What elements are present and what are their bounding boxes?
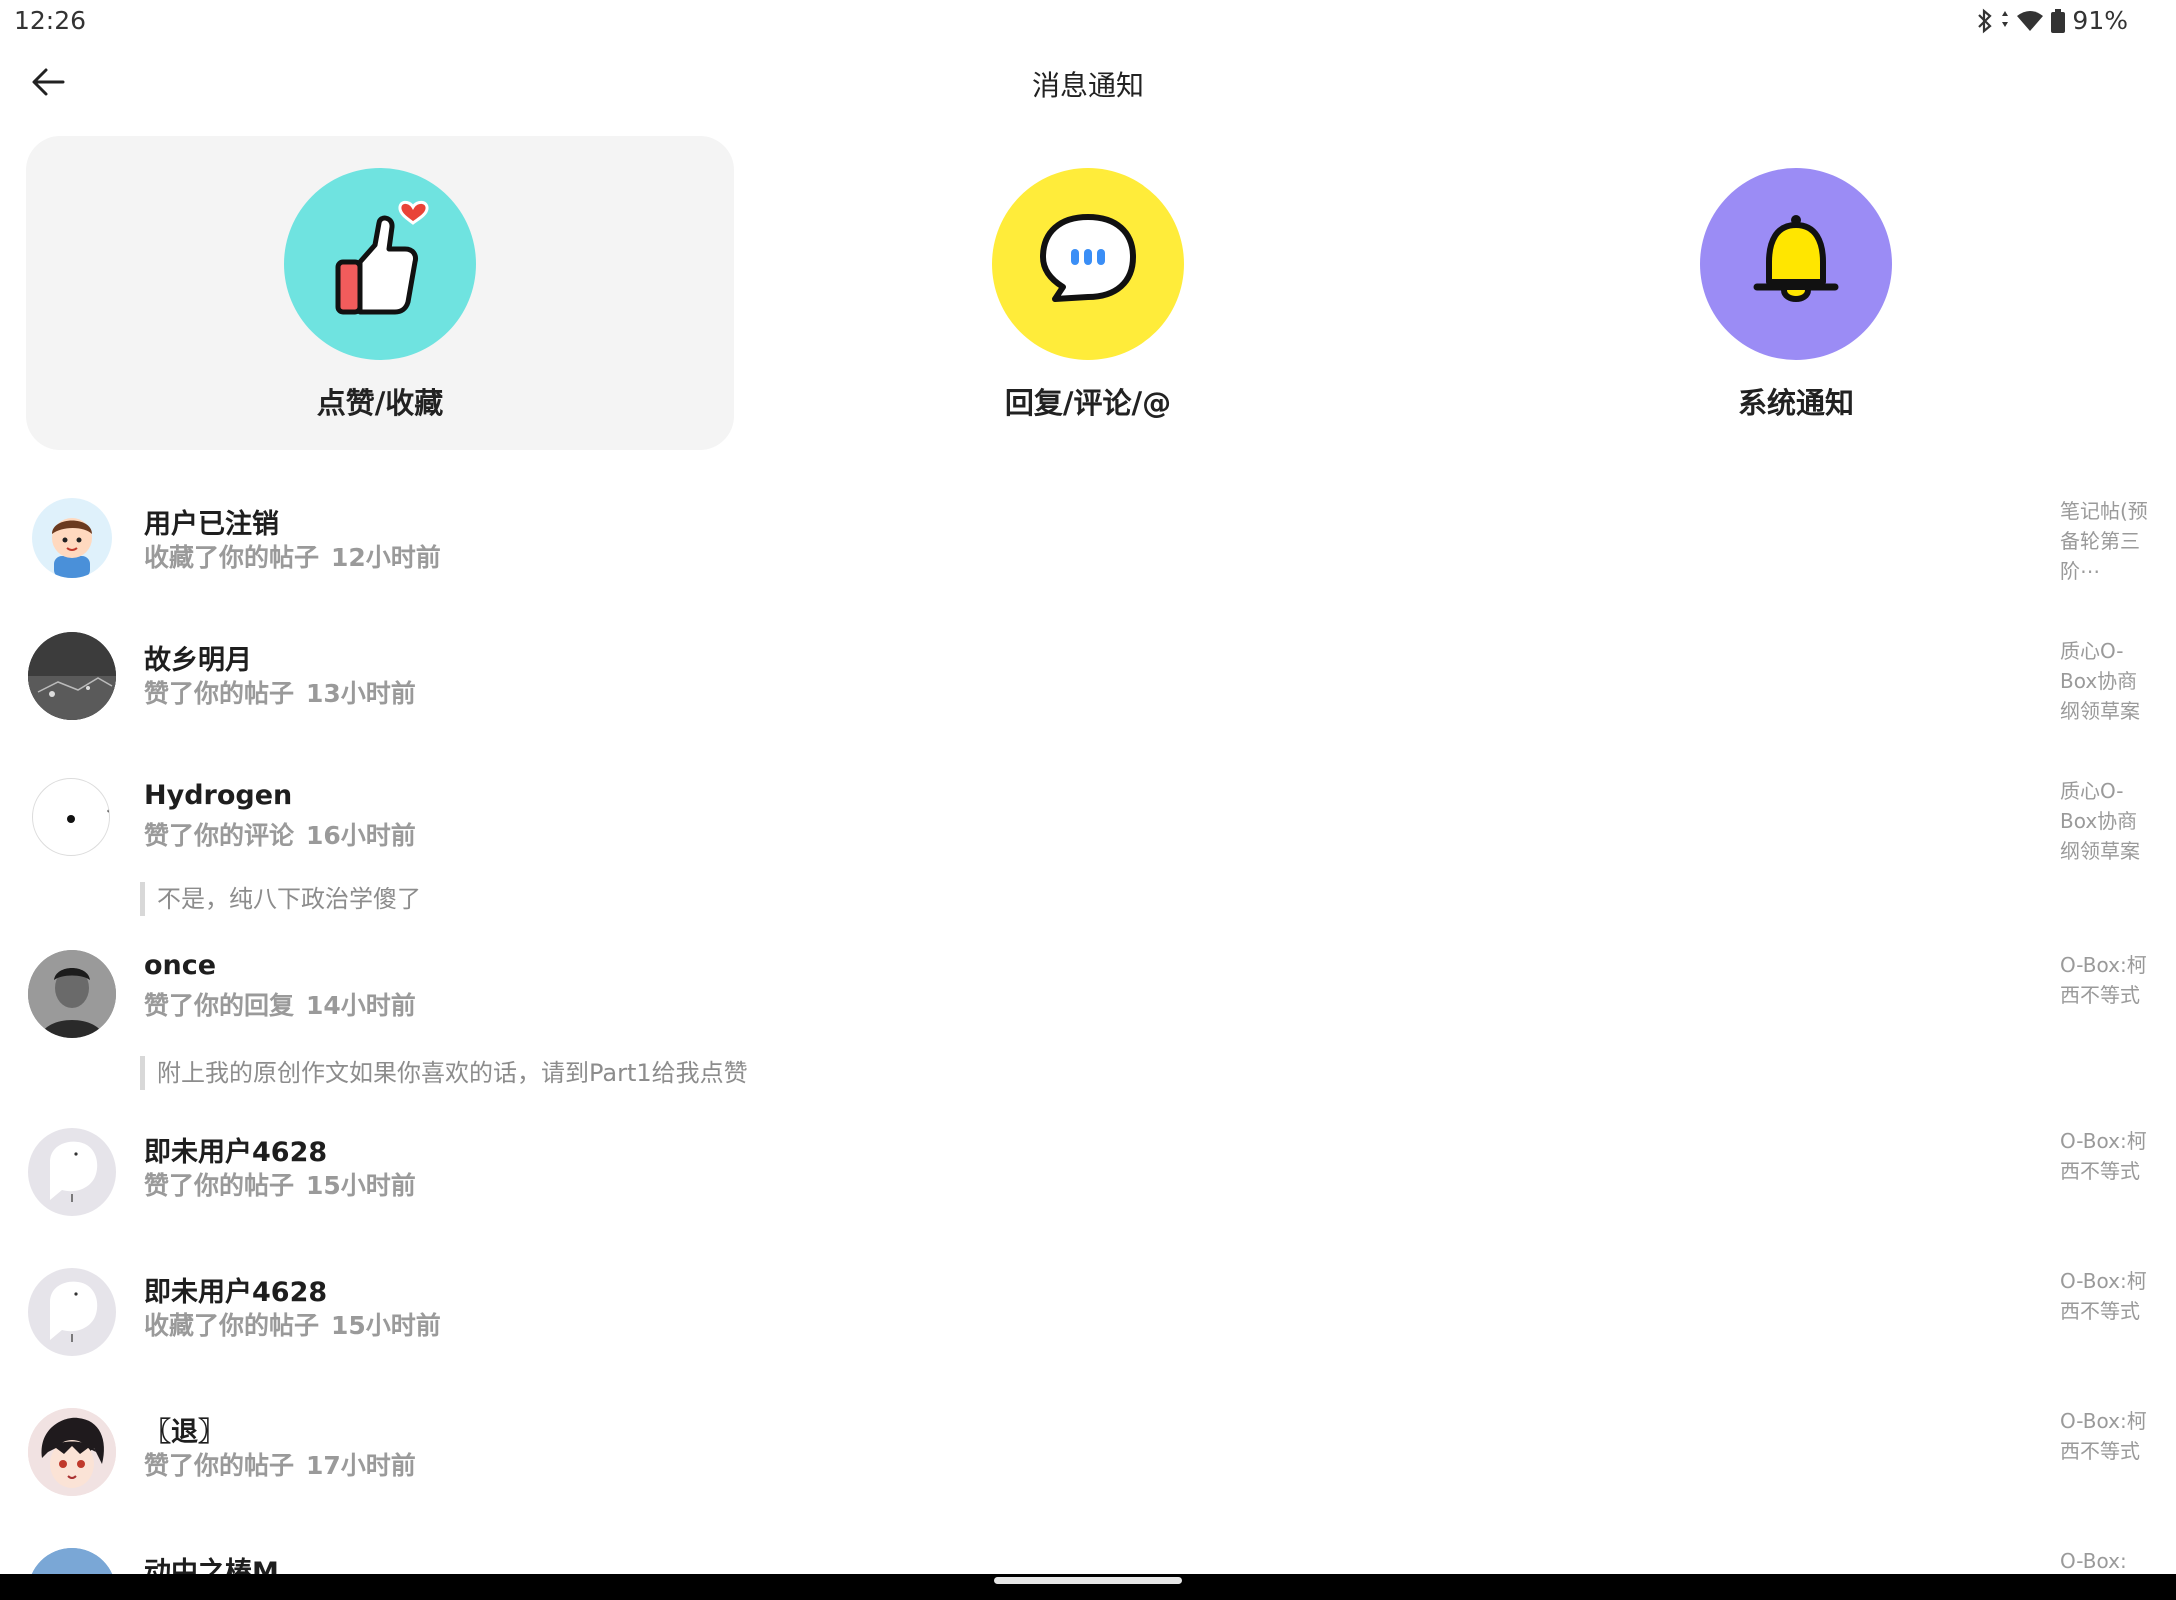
post-title[interactable]: 笔记帖(预备轮第三阶⋯ [2060,496,2156,586]
avatar[interactable] [28,632,116,720]
system-label: 系统通知 [1737,386,1854,420]
avatar[interactable] [32,498,112,578]
avatar[interactable] [28,1268,116,1356]
post-title[interactable]: O-Box:柯西不等式 [2060,1266,2156,1326]
comment-quote[interactable]: 不是，纯八下政治学傻了 [140,882,421,916]
category-replies-comments[interactable]: 回复/评论/@ [734,136,1442,450]
likes-circle [284,168,476,360]
replies-label: 回复/评论/@ [1004,386,1172,420]
action-text: 赞了你的帖子 [144,679,295,708]
thumbs-up-heart-icon [305,187,455,341]
notification-item[interactable]: 即未用户4628 赞了你的帖子 15小时前 O-Box:柯西不等式 [0,1112,2176,1252]
category-system-notifications[interactable]: 系统通知 [1442,136,2150,450]
user-name[interactable]: 即未用户4628 [144,1270,327,1309]
action-text: 赞了你的回复 [144,991,295,1020]
comment-quote[interactable]: 附上我的原创作文如果你喜欢的话，请到Part1给我点赞 [140,1056,748,1090]
page-title: 消息通知 [1031,69,1144,102]
bell-icon [1721,187,1871,341]
category-bar: 点赞/收藏 回复/评论/@ 系统通知 [26,136,2150,450]
time-text: 13小时前 [306,679,416,708]
battery-icon [2050,8,2066,34]
avatar[interactable] [28,1128,116,1216]
notification-item[interactable]: 用户已注销 收藏了你的帖子 12小时前 笔记帖(预备轮第三阶⋯ [0,480,2176,620]
replies-circle [992,168,1184,360]
time-text: 17小时前 [306,1451,416,1480]
bluetooth-icon [1976,8,1994,34]
notification-item[interactable]: 〖退〗 赞了你的帖子 17小时前 O-Box:柯西不等式 [0,1392,2176,1532]
likes-label: 点赞/收藏 [316,386,444,420]
status-time: 12:26 [14,6,87,35]
time-text: 16小时前 [306,821,416,850]
action-line: 收藏了你的帖子 15小时前 [144,1306,441,1342]
action-line: 赞了你的评论 16小时前 [144,816,416,852]
avatar[interactable] [28,950,116,1038]
category-likes-favorites[interactable]: 点赞/收藏 [26,136,734,450]
avatar[interactable] [28,1548,116,1574]
status-icons: 91% [1976,6,2128,35]
status-bar: 12:26 91% [0,0,2176,46]
time-text: 15小时前 [306,1171,416,1200]
action-text: 赞了你的帖子 [144,1451,295,1480]
user-name[interactable]: once [144,950,216,981]
notification-item[interactable]: once 赞了你的回复 14小时前 附上我的原创作文如果你喜欢的话，请到Part1… [0,936,2176,1112]
notification-item[interactable]: Hydrogen 赞了你的评论 16小时前 不是，纯八下政治学傻了 质心O-Box… [0,762,2176,936]
time-text: 12小时前 [331,543,441,572]
post-title[interactable]: 质心O-Box协商纲领草案 [2060,776,2156,866]
action-text: 收藏了你的帖子 [144,1311,320,1340]
action-text: 赞了你的帖子 [144,1171,295,1200]
action-text: 收藏了你的帖子 [144,543,320,572]
action-text: 赞了你的评论 [144,821,295,850]
post-title[interactable]: O-Box:柯西不等式 [2060,1126,2156,1186]
notification-item[interactable]: 动中之椿M O-Box: [0,1532,2176,1574]
user-name[interactable]: 故乡明月 [144,638,252,677]
user-name[interactable]: Hydrogen [144,780,292,811]
user-name[interactable]: 即未用户4628 [144,1130,327,1169]
system-circle [1700,168,1892,360]
action-line: 赞了你的帖子 13小时前 [144,674,416,710]
action-line: 赞了你的回复 14小时前 [144,986,416,1022]
home-indicator[interactable] [994,1577,1182,1584]
user-name[interactable]: 〖退〗 [144,1410,225,1449]
user-name[interactable]: 用户已注销 [144,502,279,541]
post-title[interactable]: 质心O-Box协商纲领草案 [2060,636,2156,726]
app-header: 消息通知 [0,46,2176,122]
post-title[interactable]: O-Box: [2060,1546,2156,1574]
notification-item[interactable]: 即未用户4628 收藏了你的帖子 15小时前 O-Box:柯西不等式 [0,1252,2176,1392]
action-line: 赞了你的帖子 17小时前 [144,1446,416,1482]
battery-level: 91% [2072,6,2128,35]
time-text: 14小时前 [306,991,416,1020]
wifi-icon [2016,9,2044,33]
avatar[interactable] [28,1408,116,1496]
post-title[interactable]: O-Box:柯西不等式 [2060,1406,2156,1466]
notification-list[interactable]: 用户已注销 收藏了你的帖子 12小时前 笔记帖(预备轮第三阶⋯ 故乡明月 赞了你的… [0,480,2176,1574]
data-arrows-icon [2000,8,2010,34]
action-line: 收藏了你的帖子 12小时前 [144,538,441,574]
post-title[interactable]: O-Box:柯西不等式 [2060,950,2156,1010]
notification-item[interactable]: 故乡明月 赞了你的帖子 13小时前 质心O-Box协商纲领草案 [0,620,2176,762]
time-text: 15小时前 [331,1311,441,1340]
action-line: 赞了你的帖子 15小时前 [144,1166,416,1202]
user-name[interactable]: 动中之椿M [144,1550,279,1574]
chat-bubble-icon [1013,187,1163,341]
avatar[interactable] [32,778,110,856]
